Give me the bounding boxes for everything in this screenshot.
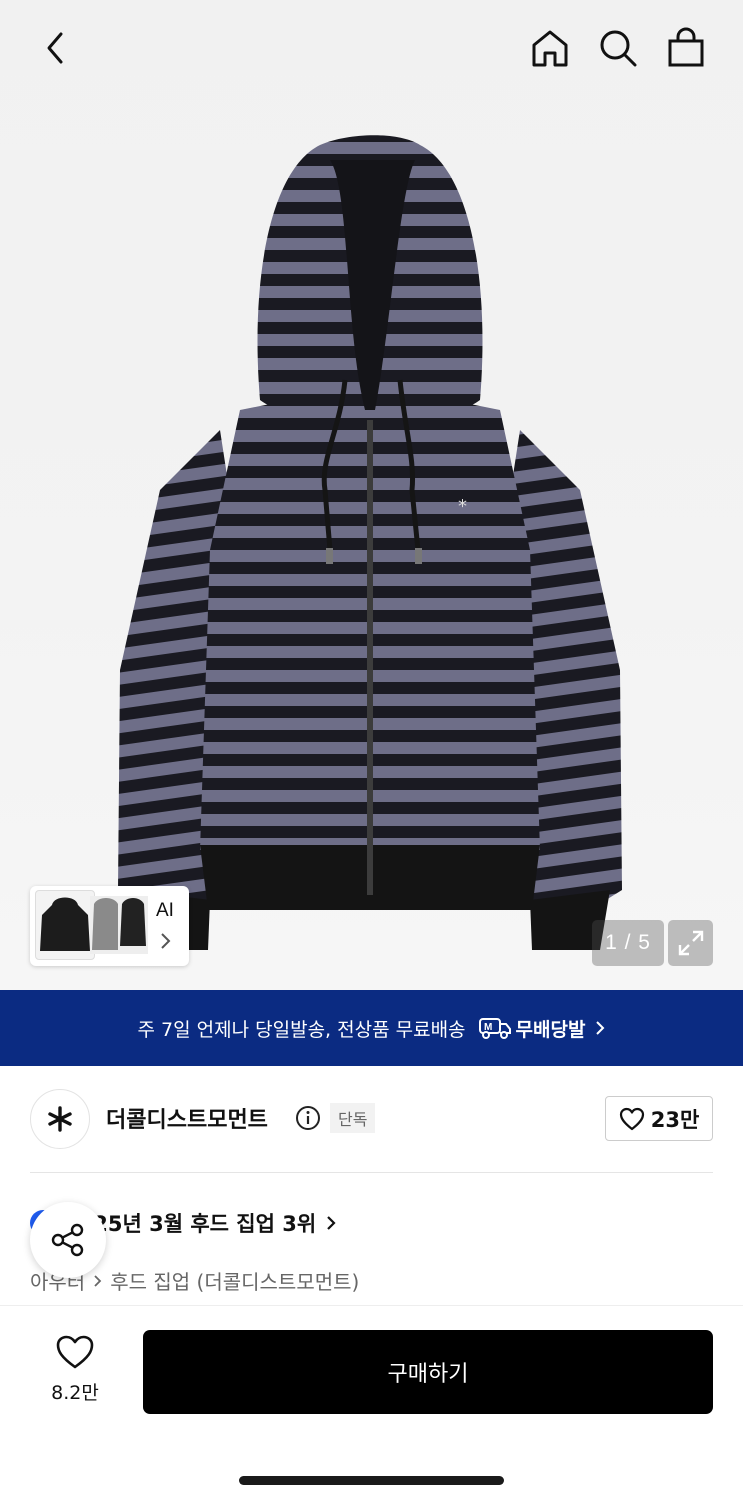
chevron-right-icon: [327, 1216, 336, 1230]
buy-button[interactable]: 구매하기: [143, 1330, 713, 1414]
home-button[interactable]: [528, 26, 572, 70]
heart-icon: [56, 1335, 94, 1369]
divider: [30, 1172, 713, 1173]
chevron-right-icon: [596, 1021, 605, 1035]
ai-label: AI: [156, 900, 174, 921]
home-icon: [532, 30, 568, 67]
shipping-banner[interactable]: 주 7일 언제나 당일발송, 전상품 무료배송 M 무배당발: [0, 990, 743, 1066]
exclusive-badge: 단독: [330, 1103, 376, 1133]
search-icon: [600, 30, 637, 67]
brand-star-icon: [48, 1106, 72, 1132]
wishlist-count: 8.2만: [51, 1382, 99, 1404]
share-button[interactable]: [30, 1202, 106, 1278]
wishlist-button[interactable]: 8.2만: [40, 1334, 110, 1405]
ai-thumb-black: [118, 896, 148, 954]
info-icon[interactable]: [295, 1105, 321, 1131]
brand-like-button[interactable]: 23만: [605, 1096, 713, 1141]
delivery-truck-icon: M: [478, 1018, 511, 1039]
cart-button[interactable]: [664, 26, 708, 70]
product-image: *: [118, 135, 622, 950]
svg-text:M: M: [484, 1022, 492, 1033]
back-button[interactable]: [32, 26, 76, 70]
banner-logo-text: 무배당발: [515, 1018, 586, 1041]
chevron-right-icon: [94, 1274, 102, 1287]
image-counter: 1 / 5: [592, 920, 664, 966]
bottom-action-bar: 8.2만 구매하기: [0, 1305, 743, 1500]
heart-icon: [619, 1107, 644, 1130]
top-bar: [0, 0, 743, 100]
home-indicator: [239, 1476, 504, 1485]
back-icon: [47, 32, 63, 64]
expand-icon: [678, 930, 703, 956]
banner-logo: M 무배당발: [478, 1015, 586, 1042]
product-gallery[interactable]: * AI 1 / 5: [0, 0, 743, 990]
ai-thumb-hoodie: [35, 890, 95, 960]
brand-name[interactable]: 더콜디스트모먼트: [106, 1102, 268, 1134]
search-button[interactable]: [596, 26, 640, 70]
chevron-right-icon: [161, 933, 171, 949]
svg-text:*: *: [458, 496, 467, 517]
expand-button[interactable]: [668, 920, 713, 966]
brand-logo[interactable]: [30, 1089, 90, 1149]
breadcrumb-item-category[interactable]: 후드 집업 (더콜디스트모먼트): [110, 1266, 359, 1295]
brand-like-count: 23만: [650, 1107, 700, 1132]
ai-similar-card[interactable]: AI: [30, 886, 189, 966]
banner-text: 주 7일 언제나 당일발송, 전상품 무료배송: [137, 1018, 466, 1041]
brand-row: 더콜디스트모먼트 단독 23만: [30, 1088, 713, 1150]
share-icon: [51, 1223, 84, 1257]
bag-icon: [668, 27, 704, 67]
